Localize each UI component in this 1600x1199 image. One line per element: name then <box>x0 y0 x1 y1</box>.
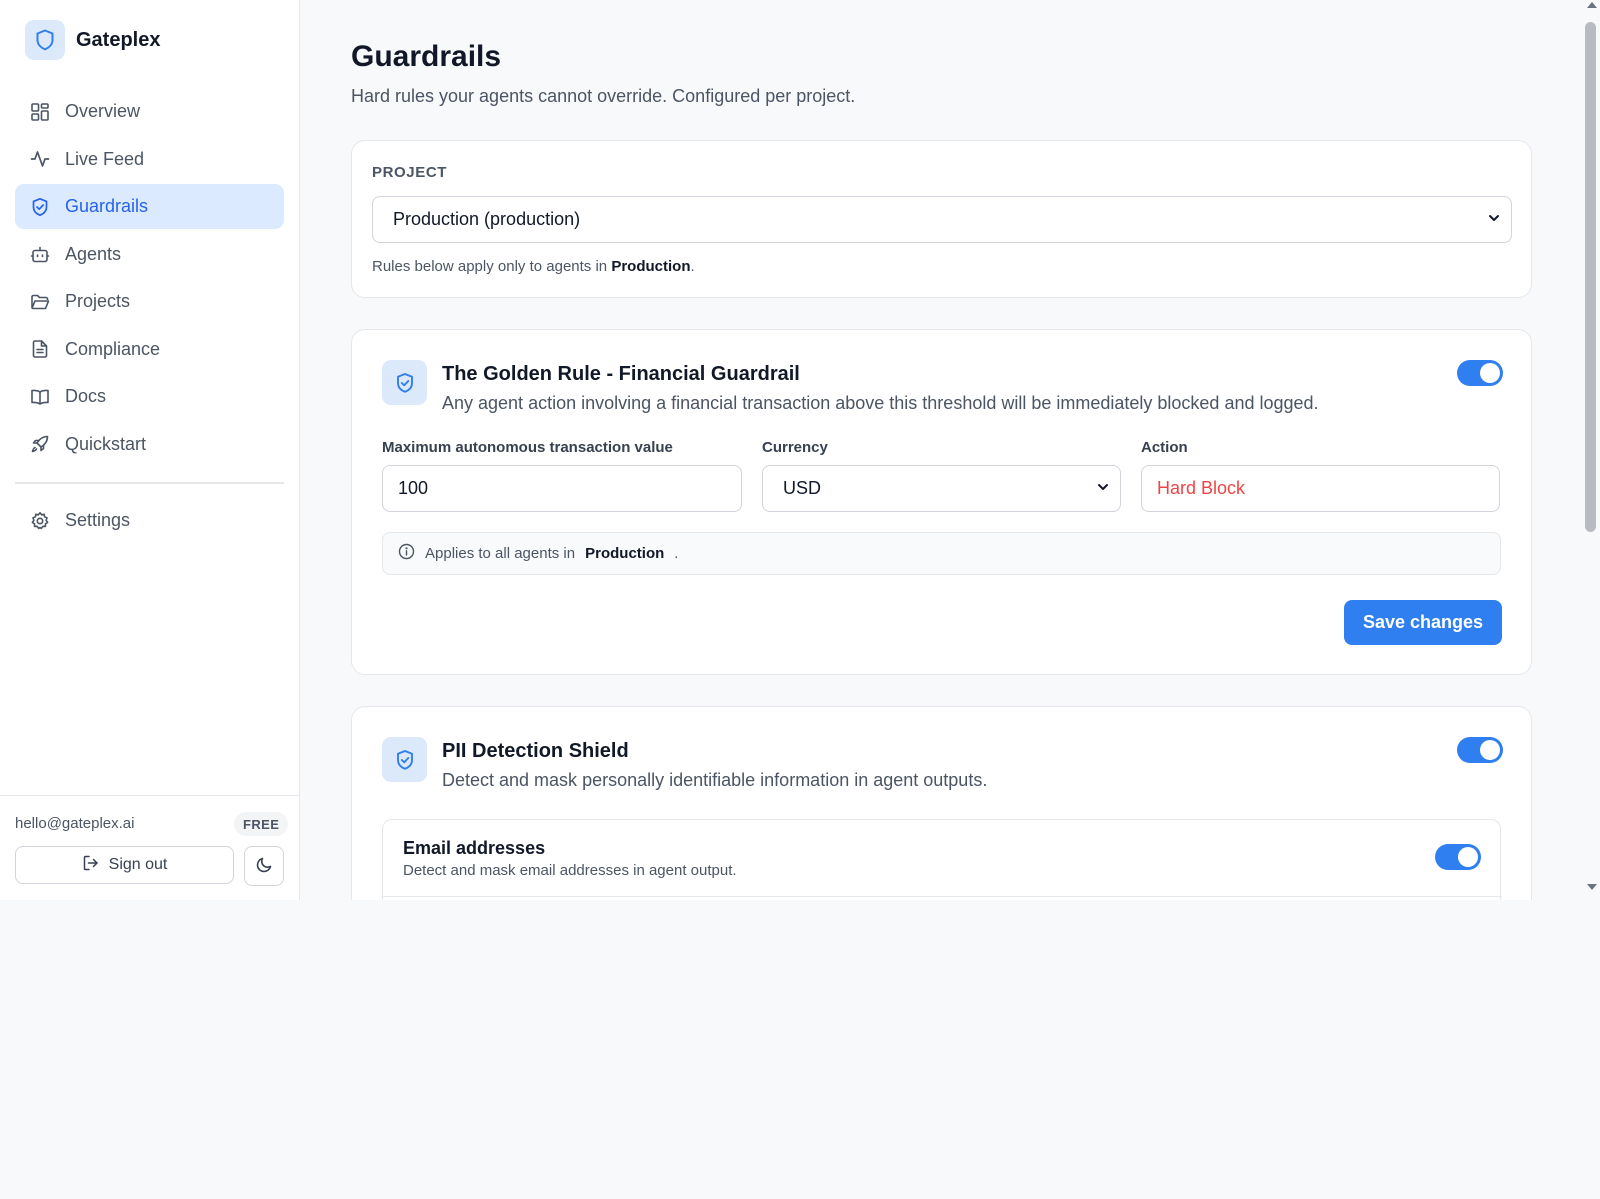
bot-icon <box>29 243 51 265</box>
sidebar-item-settings[interactable]: Settings <box>15 498 284 543</box>
project-select-value: Production (production) <box>393 209 581 229</box>
brand[interactable]: Gateplex <box>25 20 160 60</box>
sidebar-item-label: Guardrails <box>65 196 149 216</box>
info-icon <box>398 543 415 564</box>
grid-icon <box>29 101 51 123</box>
sidebar-item-label: Overview <box>65 101 141 121</box>
financial-guardrail-card: The Golden Rule - Financial Guardrail An… <box>351 329 1532 675</box>
plan-badge: FREE <box>234 812 289 836</box>
financial-guardrail-toggle[interactable] <box>1457 360 1503 386</box>
rule-description: Any agent action involving a financial t… <box>442 393 1319 413</box>
rule-description: Detect and mask personally identifiable … <box>442 770 988 790</box>
sidebar-item-projects[interactable]: Projects <box>15 279 284 324</box>
scope-info-suffix: . <box>674 545 679 562</box>
currency-label: Currency <box>762 439 828 456</box>
scope-info-bar: Applies to all agents in Production . <box>382 532 1501 575</box>
rule-title: The Golden Rule - Financial Guardrail <box>442 363 800 385</box>
project-label: PROJECT <box>372 164 448 181</box>
scope-info-prefix: Applies to all agents in <box>425 545 576 562</box>
shield-icon <box>29 196 51 218</box>
gear-icon <box>29 510 51 532</box>
sub-rule-divider <box>383 896 1502 897</box>
currency-select[interactable]: USD <box>762 465 1121 512</box>
max-value-text: 100 <box>398 478 429 498</box>
sidebar-item-label: Compliance <box>65 338 161 359</box>
scroll-thumb[interactable] <box>1585 22 1596 532</box>
sidebar-item-overview[interactable]: Overview <box>15 89 284 134</box>
email-detection-toggle[interactable] <box>1435 844 1481 870</box>
action-value: Hard Block <box>1157 478 1246 498</box>
project-note-suffix: . <box>690 258 695 275</box>
sidebar: Gateplex Overview Live Feed Guardrails A… <box>0 0 300 900</box>
theme-toggle-button[interactable] <box>244 846 284 886</box>
project-card: PROJECT Production (production) Rules be… <box>351 140 1532 298</box>
app-window: Gateplex Overview Live Feed Guardrails A… <box>0 0 1600 900</box>
sidebar-divider <box>15 482 284 484</box>
shield-icon <box>25 20 65 60</box>
document-icon <box>29 338 51 360</box>
pii-shield-toggle[interactable] <box>1457 737 1503 763</box>
sidebar-item-quickstart[interactable]: Quickstart <box>15 422 284 467</box>
sign-out-label: Sign out <box>108 856 168 873</box>
max-value-input[interactable]: 100 <box>382 465 742 512</box>
sidebar-item-live-feed[interactable]: Live Feed <box>15 137 284 182</box>
page-subtitle: Hard rules your agents cannot override. … <box>351 86 856 106</box>
scroll-up-arrow[interactable] <box>1587 2 1597 8</box>
sub-rule-description: Detect and mask email addresses in agent… <box>403 862 737 879</box>
pii-sub-rule-email: Email addresses Detect and mask email ad… <box>382 819 1502 900</box>
book-icon <box>29 386 51 408</box>
activity-icon <box>29 148 51 170</box>
log-out-icon <box>82 854 100 877</box>
sidebar-item-docs[interactable]: Docs <box>15 374 284 419</box>
shield-check-icon <box>382 737 427 782</box>
sidebar-item-label: Quickstart <box>65 433 147 454</box>
main-content: Guardrails Hard rules your agents cannot… <box>301 0 1583 900</box>
chevron-down-icon <box>1487 209 1501 230</box>
sidebar-item-compliance[interactable]: Compliance <box>15 327 284 372</box>
sidebar-settings-group: Settings <box>15 498 284 546</box>
rule-title: PII Detection Shield <box>442 740 629 762</box>
sidebar-item-label: Docs <box>65 386 107 406</box>
sidebar-item-agents[interactable]: Agents <box>15 232 284 277</box>
folder-icon <box>29 291 51 313</box>
action-label: Action <box>1141 439 1188 456</box>
sub-rule-title: Email addresses <box>403 838 546 858</box>
save-changes-button[interactable]: Save changes <box>1344 600 1502 645</box>
max-value-label: Maximum autonomous transaction value <box>382 439 673 456</box>
page-title: Guardrails <box>351 40 502 73</box>
sidebar-item-label: Live Feed <box>65 148 145 169</box>
sidebar-item-label: Settings <box>65 510 131 530</box>
project-note-prefix: Rules below apply only to agents in <box>372 258 608 275</box>
sidebar-nav: Overview Live Feed Guardrails Agents Pro… <box>15 89 284 469</box>
scroll-down-arrow[interactable] <box>1587 884 1597 890</box>
project-select[interactable]: Production (production) <box>372 196 1512 243</box>
moon-icon <box>255 856 273 877</box>
project-note-name: Production <box>611 258 691 275</box>
sidebar-item-label: Projects <box>65 291 131 311</box>
chevron-down-icon <box>1096 478 1110 499</box>
currency-value: USD <box>783 478 822 498</box>
sidebar-footer: hello@gateplex.ai FREE Sign out <box>0 795 300 900</box>
user-email: hello@gateplex.ai <box>15 815 135 832</box>
main-scrollbar[interactable] <box>1583 0 1600 900</box>
sidebar-item-guardrails[interactable]: Guardrails <box>15 184 284 229</box>
brand-name: Gateplex <box>76 28 161 51</box>
pii-shield-card: PII Detection Shield Detect and mask per… <box>351 706 1532 900</box>
project-note: Rules below apply only to agents in Prod… <box>372 258 695 275</box>
sidebar-item-label: Agents <box>65 243 122 264</box>
scope-info-project: Production <box>585 545 665 562</box>
shield-check-icon <box>382 360 427 405</box>
action-field: Hard Block <box>1141 465 1500 512</box>
sign-out-button[interactable]: Sign out <box>15 846 234 884</box>
rocket-icon <box>29 433 51 455</box>
